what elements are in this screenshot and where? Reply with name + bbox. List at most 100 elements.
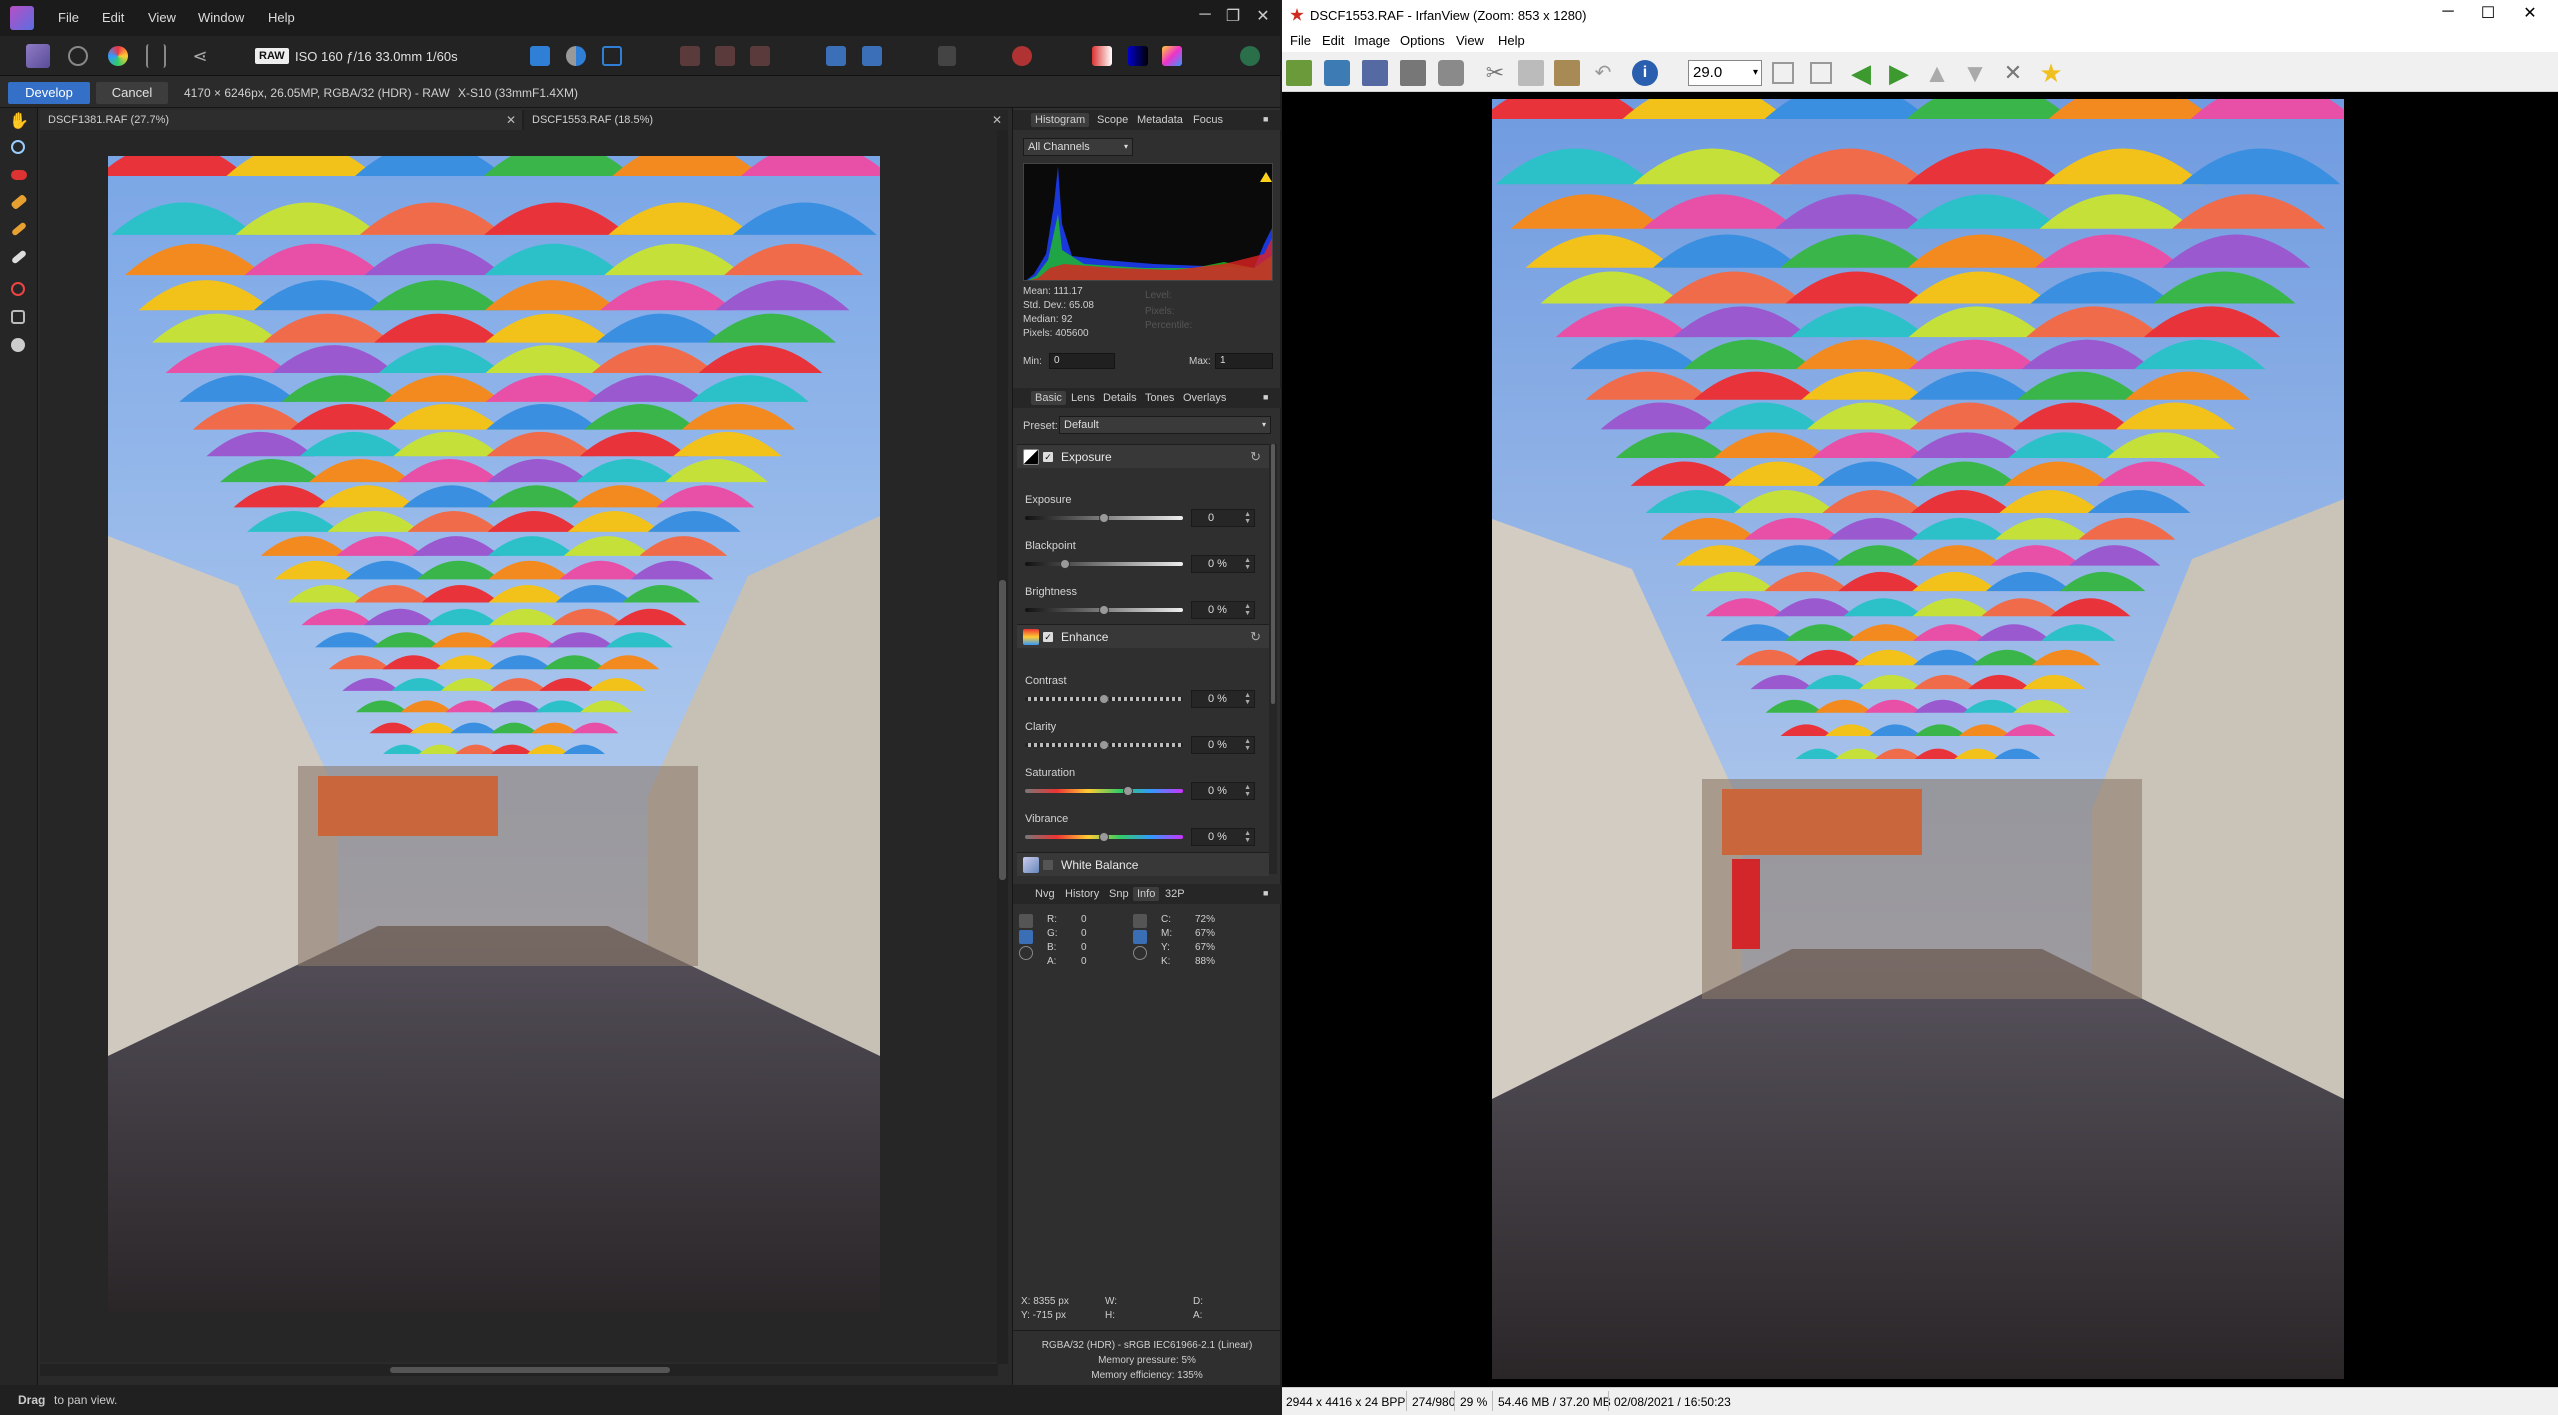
spinner-icon[interactable]: ▲ ▼: [1244, 784, 1251, 798]
spinner-icon[interactable]: ▲ ▼: [1244, 511, 1251, 525]
zoom-tool-icon[interactable]: [11, 140, 25, 154]
last-icon[interactable]: ▼: [1962, 60, 1988, 86]
next-icon[interactable]: ▶: [1886, 60, 1912, 86]
slider-knob[interactable]: [1099, 694, 1109, 704]
photo-persona-icon[interactable]: [26, 44, 50, 68]
cancel-button[interactable]: Cancel: [96, 82, 168, 104]
show-mirror-icon[interactable]: [862, 46, 882, 66]
pointer-icon[interactable]: [1133, 930, 1147, 944]
menu-file[interactable]: File: [58, 10, 79, 25]
info-icon[interactable]: i: [1632, 60, 1658, 86]
slider-value-input[interactable]: 0 % ▲ ▼: [1191, 828, 1255, 846]
slider-knob[interactable]: [1099, 513, 1109, 523]
favorite-star-icon[interactable]: ★: [2038, 60, 2064, 86]
panel-scrollbar[interactable]: [1269, 444, 1277, 874]
slider-track[interactable]: [1025, 562, 1183, 566]
previous-icon[interactable]: ◀: [1848, 60, 1874, 86]
white-balance-checkbox[interactable]: [1043, 860, 1053, 870]
menu-options[interactable]: Options: [1400, 33, 1445, 48]
settings-tools-icon[interactable]: ✕: [2000, 60, 2026, 86]
tab-tones[interactable]: Tones: [1141, 391, 1178, 405]
slider-value-input[interactable]: 0 % ▲ ▼: [1191, 690, 1255, 708]
show-split-icon[interactable]: [826, 46, 846, 66]
assistant-icon[interactable]: [938, 46, 956, 66]
spinner-icon[interactable]: ▲ ▼: [1244, 557, 1251, 571]
develop-persona-icon[interactable]: [108, 46, 128, 66]
tone-mapping-persona-icon[interactable]: [146, 44, 166, 68]
spinner-icon[interactable]: ▲ ▼: [1244, 830, 1251, 844]
first-icon[interactable]: ▲: [1924, 60, 1950, 86]
color-swatch-icon[interactable]: [1092, 46, 1112, 66]
liquify-persona-icon[interactable]: [68, 46, 88, 66]
enhance-checkbox[interactable]: ✓: [1043, 632, 1053, 642]
crop-tool-icon[interactable]: [11, 310, 25, 324]
delete-icon[interactable]: [1438, 60, 1464, 86]
channel-select[interactable]: All Channels ▾: [1023, 138, 1133, 156]
doc-tab-2[interactable]: DSCF1553.RAF (18.5%) ✕: [524, 110, 1008, 130]
gradient-tool-icon[interactable]: [11, 282, 25, 296]
doc-tab-1[interactable]: DSCF1381.RAF (27.7%) ✕: [40, 110, 522, 130]
minimize-icon[interactable]: ─: [2428, 3, 2468, 21]
slider-knob[interactable]: [1099, 740, 1109, 750]
tab-overlays[interactable]: Overlays: [1179, 391, 1230, 405]
slider-track[interactable]: [1025, 789, 1183, 793]
menu-edit[interactable]: Edit: [1322, 33, 1344, 48]
photo-umbrellas[interactable]: [108, 156, 880, 1312]
tab-history[interactable]: History: [1061, 887, 1103, 901]
image-view[interactable]: [1282, 92, 2558, 1387]
red-eye-tool-icon[interactable]: [11, 170, 27, 180]
overlay-icon[interactable]: [1128, 46, 1148, 66]
menu-help[interactable]: Help: [268, 10, 295, 25]
exposure-group-header[interactable]: ✓ Exposure ↻: [1017, 444, 1269, 468]
spinner-icon[interactable]: ▲ ▼: [1244, 603, 1251, 617]
output-profile-icon[interactable]: [1012, 46, 1032, 66]
slider-knob[interactable]: [1099, 832, 1109, 842]
preset-select[interactable]: Default ▾: [1059, 416, 1271, 434]
color-picker-icon[interactable]: [1133, 914, 1147, 928]
maximize-icon[interactable]: ❐: [1218, 6, 1248, 26]
zoom-in-icon[interactable]: [1772, 62, 1794, 84]
tab-navigator[interactable]: Nvg: [1031, 887, 1059, 901]
scroll-thumb[interactable]: [390, 1367, 670, 1373]
photo-umbrellas[interactable]: [1492, 99, 2344, 1379]
horizontal-scrollbar[interactable]: [40, 1364, 998, 1376]
account-icon[interactable]: [1240, 46, 1260, 66]
develop-button[interactable]: Develop: [8, 82, 90, 104]
close-icon[interactable]: ✕: [992, 110, 1002, 130]
close-icon[interactable]: ✕: [506, 110, 516, 130]
view-mirror-icon[interactable]: [602, 46, 622, 66]
reset-icon[interactable]: ↻: [1250, 629, 1261, 645]
reset-icon[interactable]: ↻: [1250, 449, 1261, 465]
vertical-scrollbar[interactable]: [997, 130, 1008, 1364]
spinner-icon[interactable]: ▲ ▼: [1244, 692, 1251, 706]
crosshair-icon[interactable]: [1133, 946, 1147, 960]
blemish-tool-icon[interactable]: [10, 193, 28, 211]
enhance-group-header[interactable]: ✓ Enhance ↻: [1017, 624, 1269, 648]
open-folder-icon[interactable]: [1286, 60, 1312, 86]
slider-value-input[interactable]: 0 % ▲ ▼: [1191, 736, 1255, 754]
min-input[interactable]: 0: [1049, 353, 1115, 369]
menu-window[interactable]: Window: [198, 10, 244, 25]
close-icon[interactable]: ✕: [2510, 3, 2550, 23]
slider-knob[interactable]: [1099, 605, 1109, 615]
scroll-thumb[interactable]: [999, 580, 1006, 880]
pointer-icon[interactable]: [1019, 930, 1033, 944]
close-icon[interactable]: ✕: [1248, 6, 1278, 26]
undo-icon[interactable]: ↶: [1590, 60, 1616, 86]
hand-tool-icon[interactable]: ✋: [9, 112, 29, 132]
crosshair-icon[interactable]: [1019, 946, 1033, 960]
slideshow-icon[interactable]: [1324, 60, 1350, 86]
cut-icon[interactable]: ✂: [1482, 60, 1508, 86]
tab-lens[interactable]: Lens: [1067, 391, 1099, 405]
tab-basic[interactable]: Basic: [1031, 391, 1066, 405]
snapshot-icon[interactable]: [1162, 46, 1182, 66]
slider-knob[interactable]: [1122, 786, 1133, 796]
maximize-icon[interactable]: ☐: [2468, 3, 2508, 23]
white-balance-group-header[interactable]: White Balance: [1017, 852, 1269, 876]
scroll-thumb[interactable]: [1271, 444, 1275, 704]
tab-info[interactable]: Info: [1133, 887, 1160, 901]
clipping-highlights-icon[interactable]: [715, 46, 735, 66]
spinner-icon[interactable]: ▲ ▼: [1244, 738, 1251, 752]
slider-value-input[interactable]: 0 % ▲ ▼: [1191, 601, 1255, 619]
zoom-out-icon[interactable]: [1810, 62, 1832, 84]
